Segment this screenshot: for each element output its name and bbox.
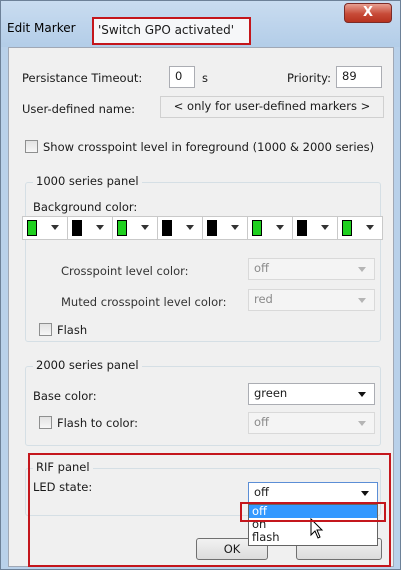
base-color-select[interactable]: green [248, 383, 375, 405]
panel-2000-group [25, 366, 381, 446]
color-picker-3[interactable] [112, 216, 158, 240]
marker-name-highlight: 'Switch GPO activated' [92, 17, 251, 45]
persistance-input[interactable]: 0 [169, 66, 195, 88]
close-button[interactable]: X [344, 3, 392, 23]
user-name-field[interactable]: < only for user-defined markers > [160, 96, 384, 118]
background-color-label: Background color: [33, 200, 138, 214]
persistance-label: Persistance Timeout: [22, 71, 143, 85]
color-swatch [252, 220, 262, 236]
base-color-label: Base color: [33, 389, 97, 403]
off-option-highlight-box [240, 502, 386, 522]
color-picker-4[interactable] [157, 216, 203, 240]
muted-color-value: red [254, 292, 273, 306]
chevron-down-icon [321, 225, 329, 230]
flash-label: Flash [57, 323, 88, 337]
color-picker-8[interactable] [337, 216, 383, 240]
chevron-down-icon [141, 225, 149, 230]
color-swatch [117, 220, 127, 236]
chevron-down-icon [231, 225, 239, 230]
base-color-value: green [254, 386, 288, 400]
chevron-down-icon [358, 392, 366, 397]
priority-input[interactable]: 89 [336, 66, 382, 88]
color-picker-1[interactable] [22, 216, 68, 240]
flash-to-checkbox[interactable] [39, 416, 52, 429]
color-swatch [27, 220, 37, 236]
panel-2000-title: 2000 series panel [33, 358, 142, 372]
muted-color-label: Muted crosspoint level color: [61, 295, 227, 309]
flash-checkbox[interactable] [39, 323, 52, 336]
flash-to-label: Flash to color: [57, 416, 138, 430]
flash-to-value: off [254, 415, 269, 429]
crosspoint-color-select[interactable]: off [248, 258, 375, 280]
muted-color-select[interactable]: red [248, 289, 375, 311]
color-swatch [207, 220, 217, 236]
color-swatch [162, 220, 172, 236]
chevron-down-icon [366, 225, 374, 230]
title-prefix: Edit Marker [7, 21, 76, 35]
flash-to-select[interactable]: off [248, 412, 375, 434]
color-swatch [297, 220, 307, 236]
persistance-unit: s [202, 71, 208, 85]
priority-label: Priority: [287, 71, 331, 85]
dialog-window: Edit Marker 'Switch GPO activated' X Per… [0, 0, 401, 570]
chevron-down-icon [51, 225, 59, 230]
crosspoint-color-label: Crosspoint level color: [61, 264, 189, 278]
color-picker-6[interactable] [247, 216, 293, 240]
chevron-down-icon [358, 267, 366, 272]
chevron-down-icon [96, 225, 104, 230]
color-picker-7[interactable] [292, 216, 338, 240]
show-crosspoint-checkbox[interactable] [25, 140, 38, 153]
panel-1000-title: 1000 series panel [33, 174, 142, 188]
user-name-label: User-defined name: [22, 102, 136, 116]
color-swatch [72, 220, 82, 236]
title-bar[interactable]: Edit Marker 'Switch GPO activated' X [1, 1, 400, 47]
chevron-down-icon [358, 421, 366, 426]
color-swatch [342, 220, 352, 236]
color-picker-2[interactable] [67, 216, 113, 240]
color-picker-5[interactable] [202, 216, 248, 240]
show-crosspoint-label: Show crosspoint level in foreground (100… [43, 140, 375, 154]
chevron-down-icon [276, 225, 284, 230]
crosspoint-color-value: off [254, 261, 269, 275]
chevron-down-icon [186, 225, 194, 230]
chevron-down-icon [358, 298, 366, 303]
